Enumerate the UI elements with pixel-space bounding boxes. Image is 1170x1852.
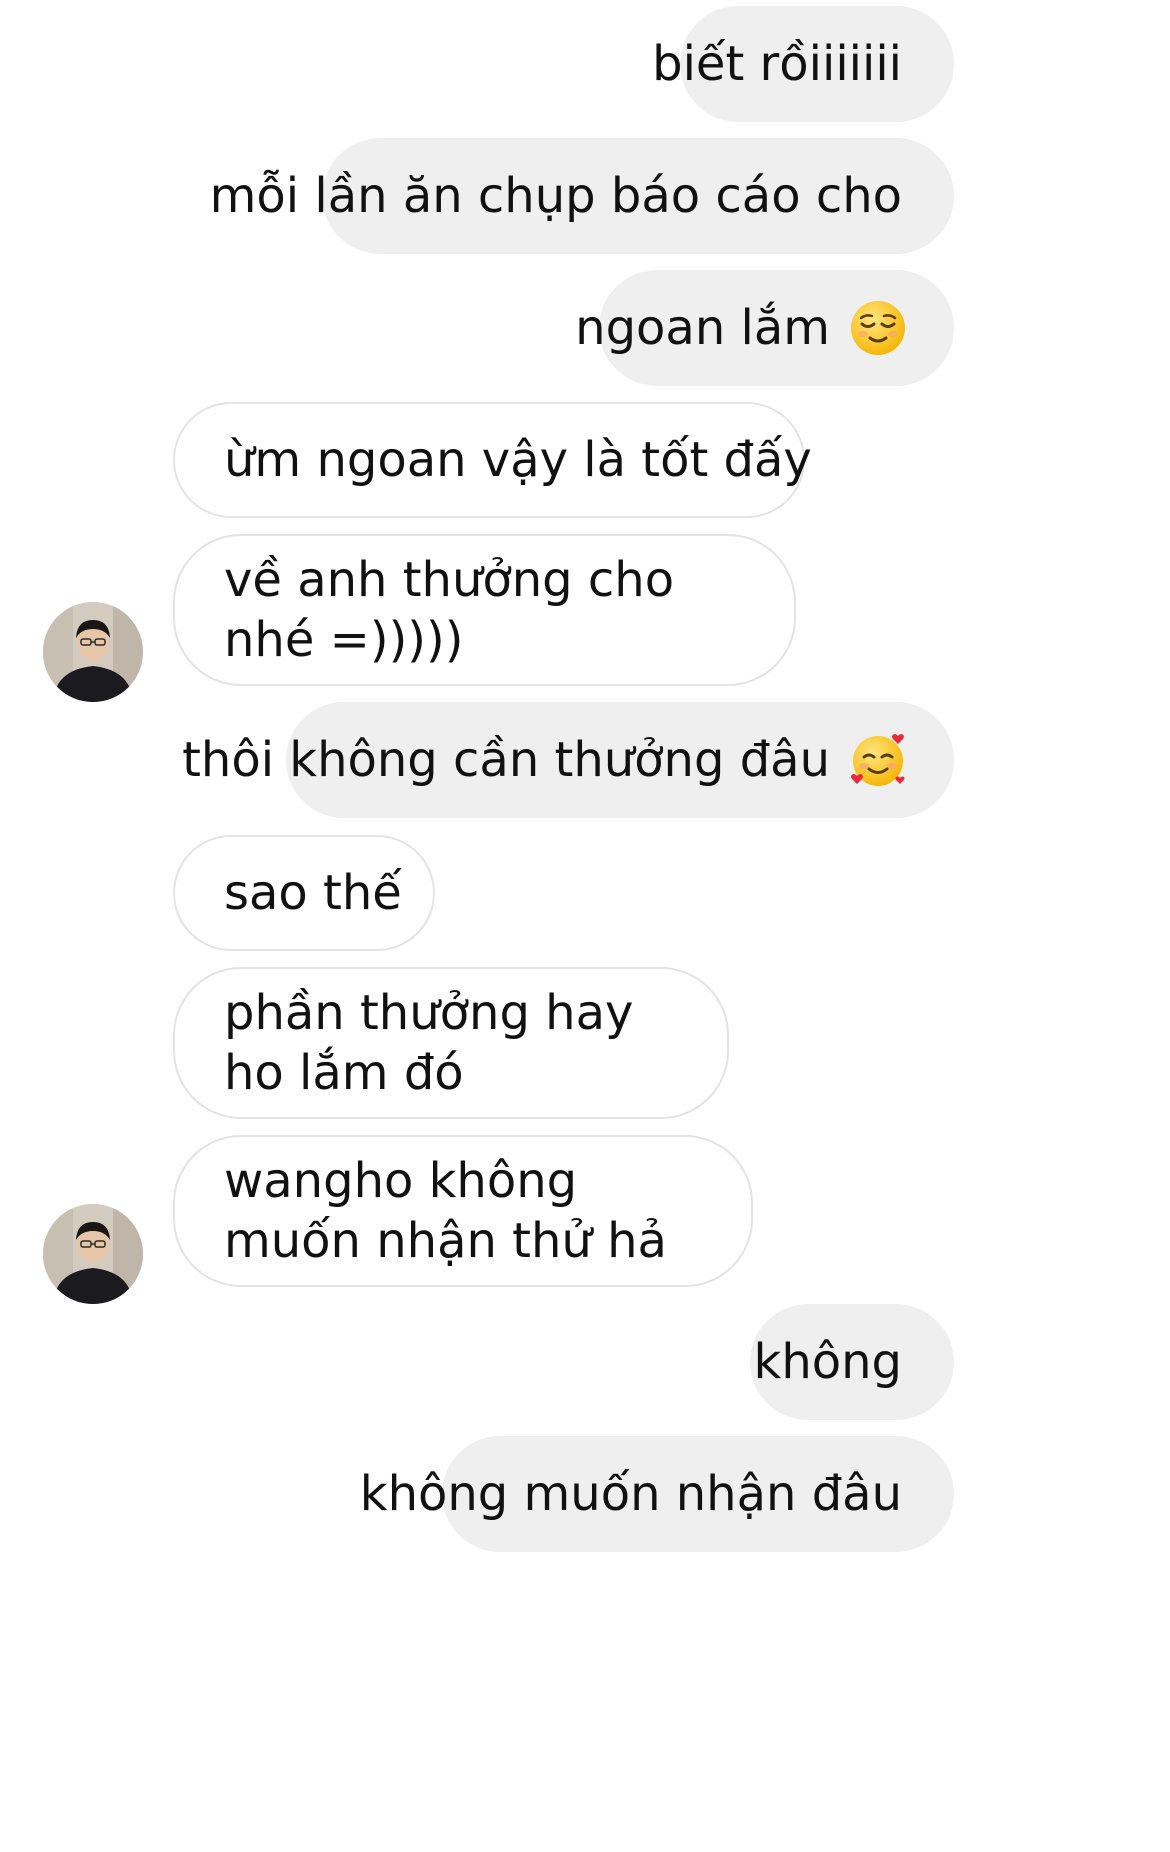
message-text: wangho không muốn nhận thử hả: [224, 1153, 667, 1269]
outgoing-message[interactable]: mỗi lần ăn chụp báo cáo cho: [210, 138, 954, 254]
outgoing-message[interactable]: không: [750, 1304, 954, 1420]
person-avatar-icon: [43, 602, 143, 702]
message-text: phần thưởng hay ho lắm đó: [224, 985, 634, 1101]
incoming-message[interactable]: sao thế: [173, 835, 435, 951]
message-text: ừm ngoan vậy là tốt đấy: [224, 432, 812, 488]
chat-thread: biết rồiiiiiii mỗi lần ăn chụp báo cáo c…: [0, 0, 1170, 1852]
message-text: ngoan lắm: [575, 300, 830, 356]
message-text: sao thế: [224, 865, 402, 921]
avatar[interactable]: [43, 1204, 143, 1304]
incoming-message[interactable]: ừm ngoan vậy là tốt đấy: [173, 402, 812, 518]
outgoing-message[interactable]: biết rồiiiiiii: [652, 6, 954, 122]
smiling-face-with-hearts-icon: [851, 734, 905, 786]
outgoing-message[interactable]: ngoan lắm: [575, 270, 954, 386]
avatar[interactable]: [43, 602, 143, 702]
outgoing-message[interactable]: không muốn nhận đâu: [360, 1436, 954, 1552]
message-text: không muốn nhận đâu: [359, 1466, 902, 1522]
incoming-message[interactable]: về anh thưởng cho nhé =))))): [173, 534, 796, 686]
relieved-face-icon: [851, 301, 905, 355]
message-text: về anh thưởng cho nhé =))))): [224, 552, 675, 668]
incoming-message[interactable]: wangho không muốn nhận thử hả: [173, 1135, 753, 1287]
message-text: không: [753, 1334, 902, 1390]
person-avatar-icon: [43, 1204, 143, 1304]
message-text: biết rồiiiiiii: [652, 36, 902, 92]
incoming-message[interactable]: phần thưởng hay ho lắm đó: [173, 967, 729, 1119]
message-text: mỗi lần ăn chụp báo cáo cho: [209, 168, 902, 224]
message-text: thôi không cần thưởng đâu: [182, 732, 830, 788]
outgoing-message[interactable]: thôi không cần thưởng đâu: [182, 702, 954, 818]
